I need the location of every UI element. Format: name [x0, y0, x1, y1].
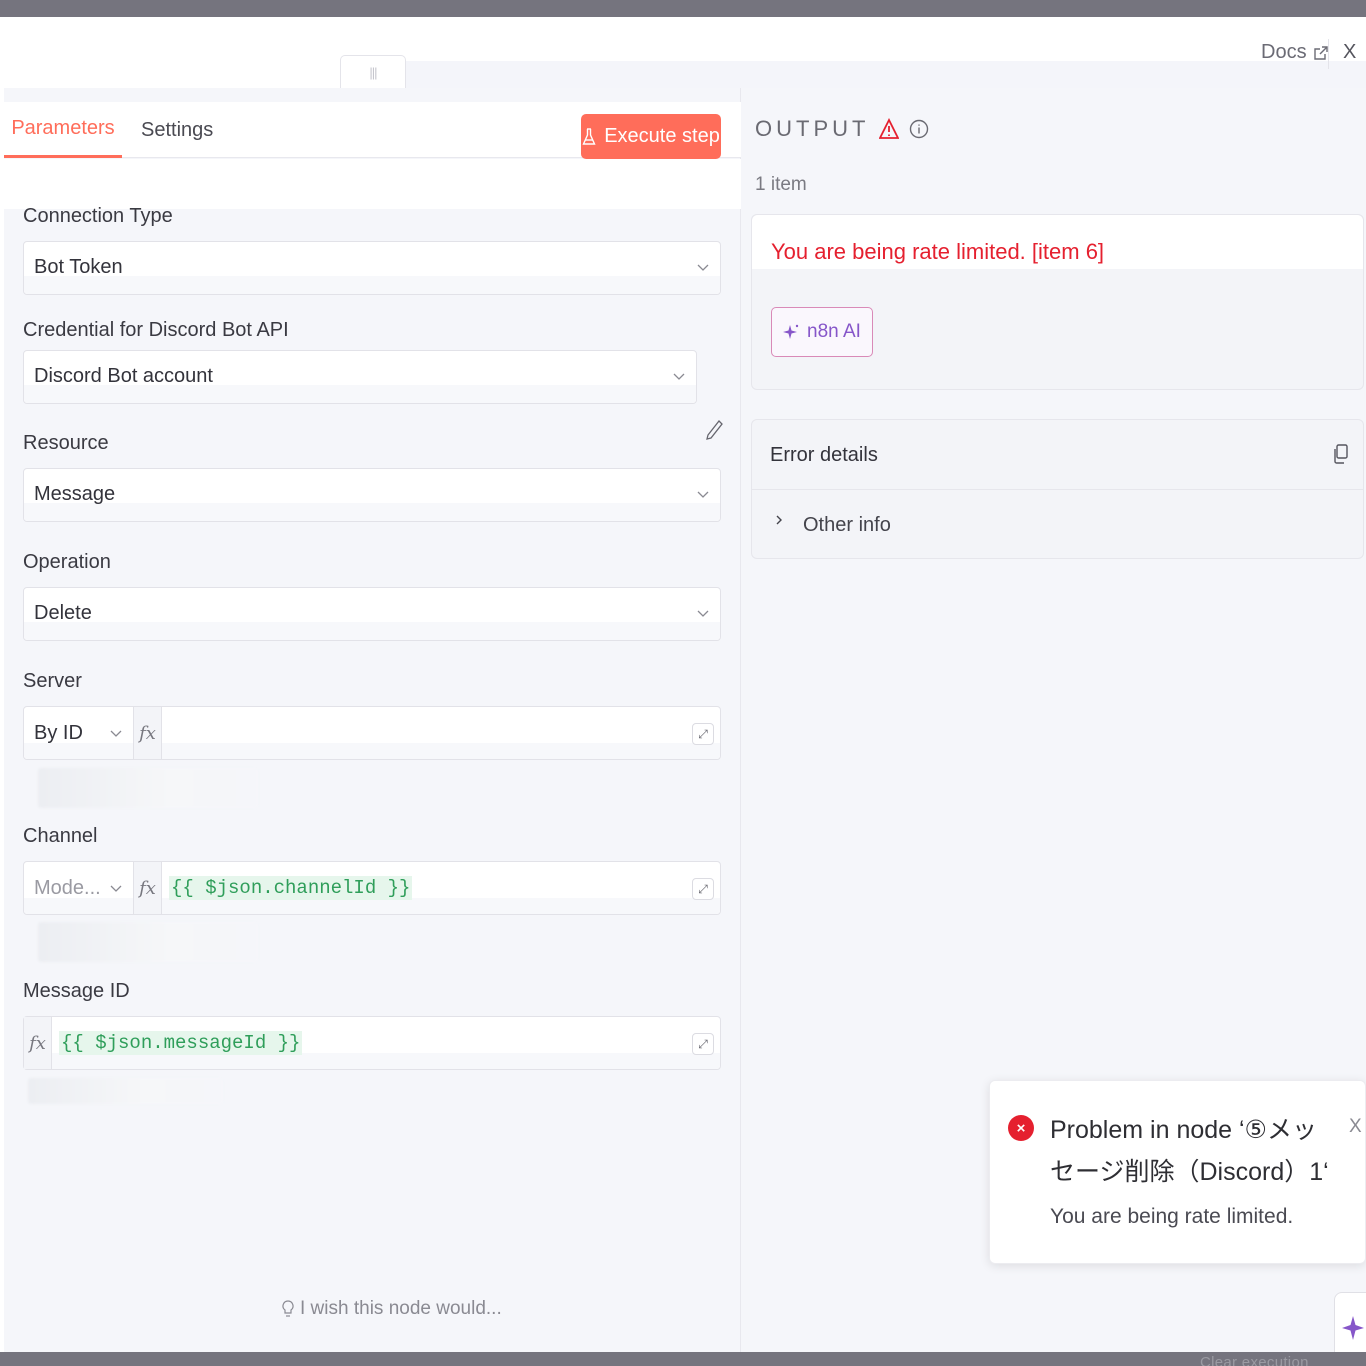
resource-value: Message — [34, 483, 116, 505]
resource-label: Resource — [23, 432, 109, 454]
message-id-combo: fx {{ $json.messageId }} ⤢ — [23, 1016, 721, 1070]
ask-ai-label: n8n AI — [807, 321, 861, 342]
server-mode-value: By ID — [34, 722, 83, 744]
connection-type-label: Connection Type — [23, 205, 173, 227]
execute-step-label: Execute step — [604, 125, 720, 147]
error-details-title: Error details — [770, 444, 878, 466]
external-link-icon — [1313, 45, 1328, 60]
other-info-label: Other info — [803, 514, 891, 536]
error-toast: × Problem in node ‘⑤メッセージ削除（Discord）1‘ Y… — [989, 1080, 1366, 1264]
docs-link[interactable]: Docs — [1261, 41, 1329, 64]
chevron-right-icon — [776, 515, 782, 525]
chevron-down-icon — [110, 730, 122, 737]
credential-value: Discord Bot account — [34, 365, 213, 387]
server-hint-blurred — [38, 768, 258, 808]
copy-icon[interactable] — [1333, 444, 1349, 464]
header-gray-band — [406, 61, 1366, 88]
panel-header: ||| Docs X — [0, 17, 1366, 89]
server-label: Server — [23, 670, 82, 692]
execute-step-button[interactable]: Execute step — [581, 114, 721, 159]
output-title: OUTPUT — [755, 116, 870, 141]
chevron-down-icon — [697, 610, 709, 617]
drag-handle[interactable]: ||| — [340, 55, 406, 89]
select-lower-shade — [24, 622, 720, 640]
parameters-pane: Parameters Settings Execute step Connect… — [4, 88, 741, 1352]
select-lower-shade — [24, 276, 720, 294]
connection-type-value: Bot Token — [34, 256, 123, 278]
feedback-label: I wish this node would... — [300, 1298, 502, 1319]
connection-type-select[interactable]: Bot Token — [23, 241, 721, 295]
operation-select[interactable]: Delete — [23, 587, 721, 641]
warning-triangle-icon — [879, 118, 900, 139]
toast-title: Problem in node ‘⑤メッセージ削除（Discord）1‘ — [1050, 1116, 1329, 1186]
channel-hint-blurred — [38, 922, 258, 962]
other-info-row[interactable]: Other info — [752, 490, 1363, 558]
chevron-down-icon — [697, 491, 709, 498]
items-count: 1 item — [755, 174, 807, 195]
chevron-down-icon — [110, 885, 122, 892]
error-details-card: Error details Other info — [751, 419, 1364, 559]
tabs-row: Parameters Settings Execute step — [4, 102, 741, 159]
message-id-hint-blurred — [28, 1078, 223, 1104]
info-circle-icon[interactable] — [909, 118, 929, 140]
server-combo: By ID fx ⤢ — [23, 706, 721, 760]
flask-icon — [582, 127, 596, 145]
fx-icon: fx — [24, 1017, 52, 1069]
fx-icon: fx — [134, 862, 162, 914]
expand-editor-icon[interactable]: ⤢ — [692, 1033, 714, 1055]
tab-parameters[interactable]: Parameters — [4, 102, 122, 158]
operation-value: Delete — [34, 602, 92, 624]
top-backdrop-strip — [0, 0, 1366, 17]
toast-body: You are being rate limited. — [1050, 1205, 1294, 1228]
fx-icon: fx — [134, 707, 162, 759]
error-message: You are being rate limited. [item 6] — [771, 239, 1105, 264]
form-top-band — [4, 159, 741, 209]
error-circle-icon: × — [1008, 1115, 1034, 1141]
toast-close-button[interactable]: X — [1349, 1116, 1362, 1138]
expand-editor-icon[interactable]: ⤢ — [692, 723, 714, 745]
server-mode-select[interactable]: By ID — [24, 707, 134, 759]
sparkle-icon — [783, 324, 799, 339]
chevron-down-icon — [697, 264, 709, 271]
sparkle-icon — [1342, 1316, 1364, 1340]
bottom-backdrop-strip: Clear execution — [0, 1352, 1366, 1366]
channel-label: Channel — [23, 825, 98, 847]
message-id-label: Message ID — [23, 980, 130, 1002]
tab-settings[interactable]: Settings — [141, 102, 213, 158]
ask-ai-button[interactable]: n8n AI — [771, 307, 873, 357]
credential-label: Credential for Discord Bot API — [23, 319, 289, 341]
chevron-down-icon — [673, 373, 685, 380]
operation-label: Operation — [23, 551, 111, 573]
docs-label: Docs — [1261, 41, 1307, 63]
channel-mode-value: Mode... — [34, 877, 101, 899]
lightbulb-icon — [282, 1300, 294, 1317]
error-card: You are being rate limited. [item 6] n8n… — [751, 214, 1364, 390]
credential-select[interactable]: Discord Bot account — [23, 350, 697, 404]
clear-execution-button[interactable]: Clear execution — [1200, 1354, 1309, 1366]
header-divider — [1328, 39, 1329, 69]
close-panel-button[interactable]: X — [1343, 41, 1356, 64]
pencil-icon[interactable] — [704, 418, 724, 442]
error-details-header: Error details — [752, 420, 1363, 490]
channel-combo: Mode... fx {{ $json.channelId }} ⤢ — [23, 861, 721, 915]
output-header: OUTPUT — [755, 116, 929, 142]
resource-select[interactable]: Message — [23, 468, 721, 522]
expand-editor-icon[interactable]: ⤢ — [692, 878, 714, 900]
select-lower-shade — [24, 503, 720, 521]
channel-mode-select[interactable]: Mode... — [24, 862, 134, 914]
combo-lower-shade — [24, 1053, 720, 1069]
feedback-link[interactable]: I wish this node would... — [282, 1298, 502, 1320]
channel-expression-input[interactable]: {{ $json.channelId }} — [169, 876, 413, 900]
message-id-expression-input[interactable]: {{ $json.messageId }} — [59, 1031, 303, 1055]
